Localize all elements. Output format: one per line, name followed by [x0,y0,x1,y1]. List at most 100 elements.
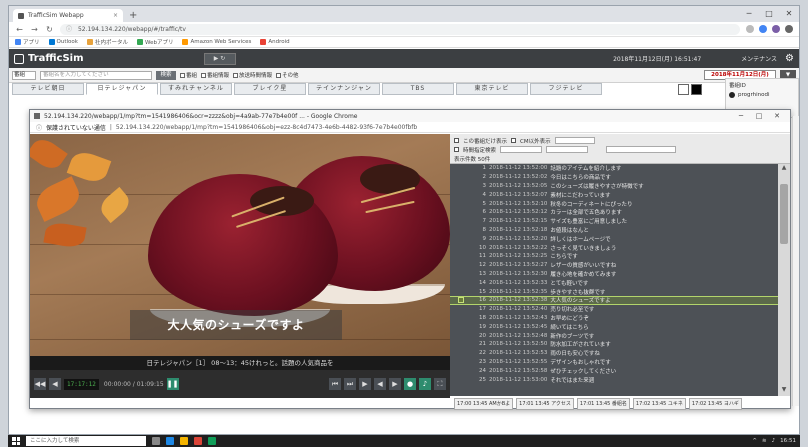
transcript-row[interactable]: 17 2018-11-12 13:52:40 売り切れ必至です [450,305,778,314]
popup-close-icon[interactable]: ✕ [768,112,786,120]
bookmark-item[interactable]: アプリ [15,38,40,46]
network-icon[interactable]: ≋ [762,438,767,444]
filter-check-info[interactable]: 番組情報 [201,71,229,79]
checkbox-icon[interactable] [454,138,459,143]
channel-tab[interactable]: テレビ朝日 [12,83,84,95]
thumbnail-item[interactable]: 17:02 13:45 ユキネ [632,398,686,410]
keyword-input[interactable] [606,146,677,153]
option-non-cm[interactable]: CM以外表示 [520,137,551,145]
transcript-row[interactable]: 24 2018-11-12 13:52:58 ぜひチェックしてください [450,366,778,375]
profile-icon[interactable] [772,25,780,33]
transcript-row[interactable]: 23 2018-11-12 13:52:55 デザインもおしゃれです [450,358,778,367]
close-icon[interactable]: ✕ [779,6,799,22]
thumbnail-item[interactable]: 17:02 13:45 ヨハギ [688,398,742,410]
filter-check-program[interactable]: 番組 [180,71,197,79]
transcript-row[interactable]: 7 2018-11-12 13:52:15 サイズも豊富にご用意しました [450,217,778,226]
video-player[interactable]: 大人気のシューズですよ [30,134,450,356]
transcript-row[interactable]: 18 2018-11-12 13:52:43 お早めにどうぞ [450,314,778,323]
maintenance-menu[interactable]: メンテナンス [741,54,777,63]
taskbar-search[interactable]: ここに入力して検索 [26,436,146,446]
transcript-row[interactable]: 21 2018-11-12 13:52:50 防水加工がされています [450,340,778,349]
channel-tab[interactable]: テインナンジャン [308,83,380,95]
fullscreen-icon[interactable]: ⛶ [434,378,446,390]
clock[interactable]: 16:51 [780,438,796,444]
color-swatch-black[interactable] [691,84,702,95]
to-date-input[interactable] [546,146,589,153]
thumbnail-item[interactable]: 17:00 13:45 AMかBよ [454,398,514,410]
search-input[interactable]: 番組名を入力してください [40,70,152,80]
bookmark-item[interactable]: Android [260,39,290,45]
transcript-row[interactable]: 25 2018-11-12 13:53:00 それではまた来週 [450,375,778,384]
transcript-row[interactable]: 13 2018-11-12 13:52:30 履き心地を確かめてみます [450,270,778,279]
chrome-icon[interactable] [194,437,202,445]
bookmark-item[interactable]: Outlook [48,39,78,45]
transcript-row[interactable]: 15 2018-11-12 13:52:35 歩きやすさも抜群です [450,287,778,296]
address-bar[interactable]: ⓘ 52.194.134.220/webapp/#/traffic/tv [60,23,740,35]
forward-arrow-icon[interactable]: → [30,25,39,34]
transcript-row[interactable]: 20 2018-11-12 13:52:48 新作のブーツです [450,331,778,340]
volume-icon[interactable]: ♪ [419,378,431,390]
header-tool-button[interactable]: ▶ ↻ [203,52,236,65]
transcript-list[interactable]: 1 2018-11-12 13:52:00 話題のアイテムを紹介します 2 2018-1… [450,164,778,396]
thumbnail-item[interactable]: 17:01 13:45 番組名 [576,398,630,410]
rewind-icon[interactable]: ◀◀ [34,378,46,390]
transcript-row[interactable]: 22 2018-11-12 13:52:53 雨の日も安心ですね [450,349,778,358]
transcript-row[interactable]: 11 2018-11-12 13:52:25 こちらです [450,252,778,261]
transcript-row[interactable]: 1 2018-11-12 13:52:00 話題のアイテムを紹介します [450,164,778,173]
prev-icon[interactable]: ◀ [49,378,61,390]
frame-back-icon[interactable]: ◀ [374,378,386,390]
channel-tab[interactable]: ブレイク星 [234,83,306,95]
volume-tray-icon[interactable]: ♪ [772,438,776,444]
step-back-icon[interactable]: ⏮ [329,378,341,390]
transcript-row[interactable]: 3 2018-11-12 13:52:05 このシューズは履きやすさが特徴です [450,182,778,191]
task-view-icon[interactable] [152,437,160,445]
transcript-row[interactable]: 9 2018-11-12 13:52:20 詳しくはホームページで [450,234,778,243]
search-button[interactable]: 検索 [156,70,176,80]
channel-tab[interactable]: フジテレビ [530,83,602,95]
checkbox-icon[interactable] [454,147,459,152]
pause-icon[interactable]: ❚❚ [166,378,179,390]
bookmark-item[interactable]: Webアプリ [136,38,173,46]
windows-start-icon[interactable] [12,437,20,445]
back-arrow-icon[interactable]: ← [15,25,24,34]
bookmark-item[interactable]: Amazon Web Services [182,39,251,45]
minimize-icon[interactable]: ─ [739,6,759,22]
explorer-icon[interactable] [180,437,188,445]
channel-tab[interactable]: すみれチャンネル [160,83,232,95]
transcript-row[interactable]: 8 2018-11-12 13:52:18 お値段はなんと [450,226,778,235]
transcript-row[interactable]: 4 2018-11-12 13:52:07 素材にこだわっています [450,190,778,199]
bookmark-item[interactable]: 社内ポータル [86,38,128,46]
record-button-icon[interactable]: ● [404,378,416,390]
scroll-up-icon[interactable]: ▲ [778,164,790,174]
transcript-row[interactable]: 5 2018-11-12 13:52:10 秋冬のコーディネートにぴったり [450,199,778,208]
filter-check-other[interactable]: その他 [276,71,299,79]
extension-icon[interactable] [759,25,767,33]
maximize-icon[interactable]: □ [759,6,779,22]
filter-check-time[interactable]: 放送時間情報 [233,71,272,79]
menu-icon[interactable] [785,25,793,33]
step-forward-icon[interactable]: ⏭ [344,378,356,390]
edge-icon[interactable] [166,437,174,445]
transcript-row[interactable]: 6 2018-11-12 13:52:12 カラーは全部で五色あります [450,208,778,217]
frame-forward-icon[interactable]: ▶ [389,378,401,390]
filter-type-select[interactable]: 番組 [12,70,36,80]
option-time-search[interactable]: 時間指定検索 [463,146,496,154]
channel-tab[interactable]: TBS [382,83,454,95]
option-this-program[interactable]: この番組だけ表示 [463,137,507,145]
transcript-row[interactable]: 2 2018-11-12 13:52:02 今日はこちらの商品です [450,173,778,182]
tray-up-icon[interactable]: ^ [752,438,757,444]
channel-tab[interactable]: 東京テレビ [456,83,528,95]
scroll-thumb[interactable] [780,184,788,244]
tab-close-icon[interactable]: × [113,12,118,19]
browser-tab[interactable]: TrafficSim Webapp × [13,9,123,22]
thumbnail-item[interactable]: 17:01 13:45 アクセス [516,398,574,410]
popup-minimize-icon[interactable]: ─ [732,112,750,120]
transcript-row[interactable]: 10 2018-11-12 13:52:22 さっそく見ていきましょう [450,243,778,252]
reload-icon[interactable]: ↻ [45,25,54,34]
scroll-down-icon[interactable]: ▼ [778,386,790,396]
popup-maximize-icon[interactable]: □ [750,112,768,120]
transcript-scrollbar[interactable]: ▲ ▼ [778,164,790,396]
transcript-row[interactable]: 19 2018-11-12 13:52:45 続いてはこちら [450,322,778,331]
channel-tab-active[interactable]: 日テレジャパン [86,83,158,95]
checkbox-icon[interactable] [511,138,517,143]
